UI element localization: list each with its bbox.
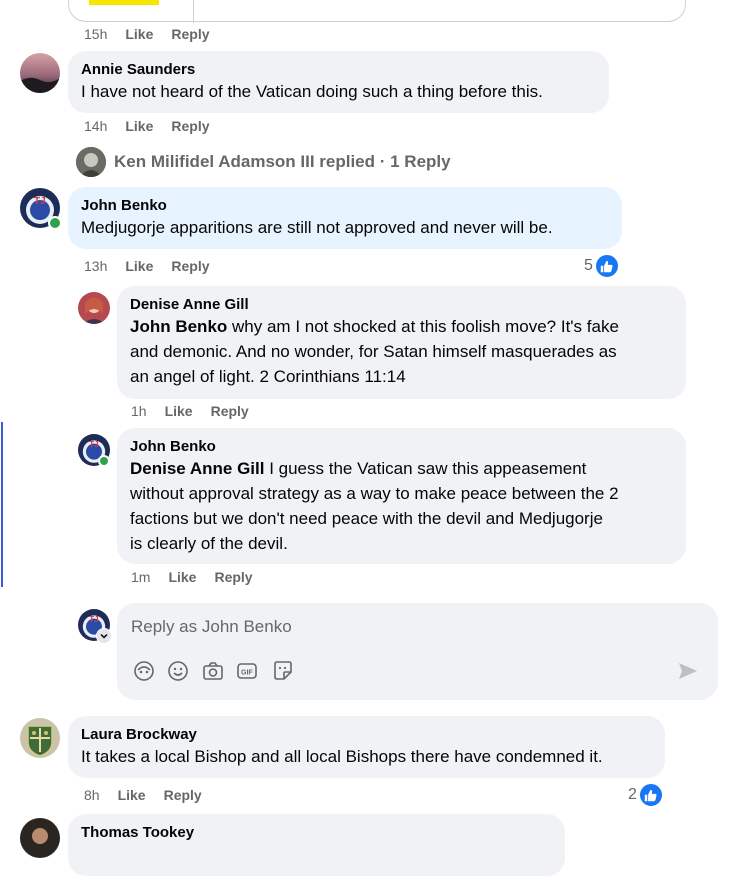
reply-button[interactable]: Reply: [164, 787, 202, 803]
camera-icon[interactable]: [202, 660, 224, 682]
sticker-icon[interactable]: [272, 660, 294, 682]
mention-link[interactable]: John Benko: [130, 317, 227, 336]
reply-text-line: is clearly of the devil.: [130, 534, 288, 553]
reply-time[interactable]: 1m: [131, 569, 150, 585]
svg-text:TJ: TJ: [89, 440, 98, 449]
reply-text-line: without approval strategy as a way to ma…: [130, 484, 619, 503]
reply-button[interactable]: Reply: [214, 569, 252, 585]
like-button[interactable]: Like: [168, 569, 196, 585]
reply-button[interactable]: Reply: [171, 118, 209, 134]
reply-actions: 1m Like Reply: [131, 567, 253, 587]
previous-comment-actions: 15h Like Reply: [84, 24, 210, 44]
reply-author[interactable]: John Benko: [130, 437, 673, 456]
reply-composer[interactable]: Reply as John Benko GIF: [117, 603, 718, 700]
comment-time[interactable]: 14h: [84, 118, 107, 134]
like-button[interactable]: Like: [165, 403, 193, 419]
comment-text: It takes a local Bishop and all local Bi…: [81, 747, 603, 766]
reply-text-line: I guess the Vatican saw this appeasement: [264, 459, 587, 478]
reply-bubble: John Benko Denise Anne Gill I guess the …: [117, 428, 686, 564]
avatar[interactable]: [20, 718, 60, 758]
reply-actions: 1h Like Reply: [131, 401, 249, 421]
like-button[interactable]: Like: [118, 787, 146, 803]
reply-text: John Benko why am I not shocked at this …: [130, 314, 673, 339]
comment-author[interactable]: Annie Saunders: [81, 60, 596, 79]
divider: [193, 0, 194, 23]
reply-bubble: Denise Anne Gill John Benko why am I not…: [117, 286, 686, 399]
comment-bubble: Annie Saunders I have not heard of the V…: [68, 51, 609, 113]
comment-time[interactable]: 13h: [84, 258, 107, 274]
mention-link[interactable]: Denise Anne Gill: [130, 459, 264, 478]
reply-text-line: why am I not shocked at this foolish mov…: [227, 317, 619, 336]
reply-text: Denise Anne Gill I guess the Vatican saw…: [130, 456, 673, 481]
comment-author[interactable]: Thomas Tookey: [81, 823, 552, 842]
comment-text: I have not heard of the Vatican doing su…: [81, 82, 543, 101]
avatar[interactable]: [20, 818, 60, 858]
reaction-number: 5: [584, 257, 593, 274]
yellow-image-thumbnail: [89, 0, 159, 5]
comment-actions: 13h Like Reply: [84, 256, 210, 276]
reply-text-line: and demonic. And no wonder, for Satan hi…: [130, 342, 617, 361]
comment-actions: 14h Like Reply: [84, 116, 210, 136]
like-button[interactable]: Like: [125, 118, 153, 134]
view-replies-link[interactable]: Ken Milifidel Adamson III replied · 1 Re…: [76, 147, 451, 177]
account-switch-chevron-icon[interactable]: [96, 628, 112, 644]
avatar[interactable]: [78, 292, 110, 324]
like-button[interactable]: Like: [125, 26, 153, 42]
online-status-dot: [48, 216, 62, 230]
reply-button[interactable]: Reply: [211, 403, 249, 419]
reply-text-line: an angel of light. 2 Corinthians 11:14: [130, 367, 406, 386]
svg-text:GIF: GIF: [241, 670, 253, 677]
comment-bubble: John Benko Medjugorje apparitions are st…: [68, 187, 622, 249]
thumbs-up-icon: [594, 254, 619, 278]
reaction-count[interactable]: 2: [628, 783, 663, 807]
comment-author[interactable]: John Benko: [81, 196, 609, 215]
comment-author[interactable]: Laura Brockway: [81, 725, 652, 744]
emoji-icon[interactable]: [167, 660, 189, 682]
comment-bubble: Laura Brockway It takes a local Bishop a…: [68, 716, 665, 778]
like-button[interactable]: Like: [125, 258, 153, 274]
send-icon[interactable]: [677, 660, 699, 682]
comment-time[interactable]: 15h: [84, 26, 107, 42]
avatar[interactable]: [20, 53, 60, 93]
reply-button[interactable]: Reply: [171, 26, 209, 42]
svg-text:TJ: TJ: [34, 196, 46, 207]
thumbs-up-icon: [638, 783, 663, 807]
comment-time[interactable]: 8h: [84, 787, 100, 803]
reply-author[interactable]: Denise Anne Gill: [130, 295, 673, 314]
online-status-dot: [98, 455, 110, 467]
thread-indicator: [1, 422, 3, 587]
comment-text: Medjugorje apparitions are still not app…: [81, 218, 553, 237]
svg-text:TJ: TJ: [89, 615, 98, 624]
reply-text-line: factions but we don't need peace with th…: [130, 509, 603, 528]
previous-comment-bubble: [68, 0, 686, 23]
reply-time[interactable]: 1h: [131, 403, 147, 419]
reply-button[interactable]: Reply: [171, 258, 209, 274]
reply-input[interactable]: Reply as John Benko: [131, 617, 292, 637]
reaction-count[interactable]: 5: [584, 254, 619, 278]
replied-summary-text: Ken Milifidel Adamson III replied · 1 Re…: [114, 152, 451, 171]
comment-bubble: Thomas Tookey: [68, 814, 565, 876]
comment-actions: 8h Like Reply: [84, 785, 202, 805]
reaction-number: 2: [628, 786, 637, 803]
avatar-sticker-icon[interactable]: [133, 660, 155, 682]
replier-avatar: [76, 147, 106, 177]
gif-icon[interactable]: GIF: [236, 660, 258, 682]
